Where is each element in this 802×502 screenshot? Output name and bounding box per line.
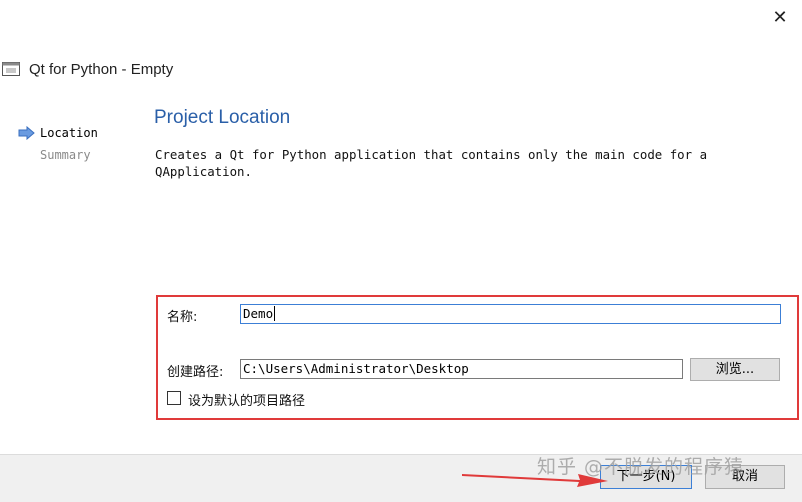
project-name-value: Demo	[243, 306, 274, 321]
step-summary-label: Summary	[40, 148, 91, 162]
close-button[interactable]: ✕	[766, 4, 794, 32]
default-path-label: 设为默认的项目路径	[188, 394, 306, 409]
step-location: Location	[18, 122, 98, 144]
app-window-icon	[2, 62, 20, 76]
step-summary: Summary	[18, 144, 98, 166]
step-location-label: Location	[40, 126, 98, 140]
path-label: 创建路径:	[167, 365, 224, 380]
browse-button[interactable]: 浏览...	[690, 358, 780, 381]
name-label: 名称:	[167, 310, 198, 325]
window-title-bar: Qt for Python - Empty	[2, 59, 173, 79]
project-path-input[interactable]: C:\Users\Administrator\Desktop	[240, 359, 683, 379]
project-name-input[interactable]: Demo	[240, 304, 781, 324]
default-path-checkbox[interactable]	[167, 391, 181, 405]
watermark: 知乎 @不脱发的程序猿	[537, 456, 745, 478]
window-title: Qt for Python - Empty	[29, 60, 174, 78]
current-step-arrow-icon	[18, 126, 35, 140]
wizard-steps: Location Summary	[18, 122, 98, 166]
page-description: Creates a Qt for Python application that…	[155, 147, 708, 179]
page-title: Project Location	[154, 107, 291, 128]
project-path-value: C:\Users\Administrator\Desktop	[243, 361, 469, 376]
